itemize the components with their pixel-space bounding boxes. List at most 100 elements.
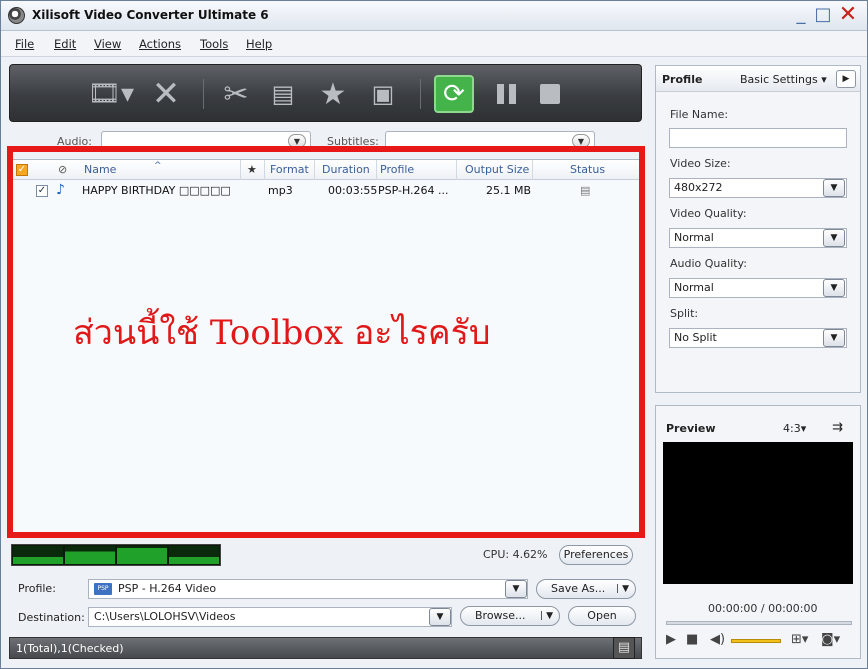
audio-file-icon: ♪ — [56, 182, 65, 198]
subtitles-label: Subtitles: — [327, 135, 379, 148]
video-quality-select[interactable]: Normal ▼ — [669, 228, 847, 248]
merge-icon[interactable]: ▤ — [265, 77, 301, 111]
title-bar: Xilisoft Video Converter Ultimate 6 _ □ … — [1, 1, 867, 31]
chevron-down-icon: ▼ — [572, 134, 590, 148]
list-header: ✓ ⊘ Name ^ ★ Format Duration Profile Out… — [10, 160, 641, 180]
browse-button[interactable]: Browse... | ▼ — [460, 606, 560, 626]
chevron-down-icon: ▼ — [823, 329, 845, 347]
chevron-right-icon[interactable]: ▶ — [836, 70, 856, 88]
split-label: Split: — [670, 307, 699, 320]
menu-actions[interactable]: Actions — [139, 37, 181, 51]
log-icon[interactable]: ▤ — [613, 637, 635, 659]
effects-icon[interactable]: ★ — [315, 77, 351, 112]
volume-icon[interactable]: ◀) — [710, 632, 725, 647]
basic-settings-tab[interactable]: Basic Settings ▾ — [740, 73, 827, 86]
close-button[interactable]: ✕ — [833, 4, 863, 28]
col-output-size[interactable]: Output Size — [465, 163, 529, 176]
col-name[interactable]: Name — [84, 163, 116, 176]
sort-asc-icon: ^ — [154, 161, 162, 171]
preview-time: 00:00:00 / 00:00:00 — [708, 602, 818, 615]
profile-panel-header: Profile Basic Settings ▾ ▶ — [656, 66, 860, 92]
audio-quality-label: Audio Quality: — [670, 257, 747, 270]
audio-label: Audio: — [57, 135, 92, 148]
annotation-text: ส่วนนี้ใช้ Toolbox อะไรครับ — [73, 313, 491, 353]
menu-bar: File Edit View Actions Tools Help — [1, 31, 867, 57]
detach-icon[interactable]: ⇉ — [832, 420, 843, 435]
audio-level-meter — [11, 544, 221, 566]
destination-input[interactable]: C:\Users\LOLOHSV\Videos — [88, 607, 452, 627]
menu-edit[interactable]: Edit — [54, 37, 76, 51]
row-format: mp3 — [268, 184, 293, 197]
maximize-button[interactable]: □ — [813, 4, 833, 28]
preview-screen — [663, 442, 853, 584]
preview-title: Preview — [666, 422, 716, 435]
col-status[interactable]: Status — [570, 163, 605, 176]
select-all-checkbox[interactable]: ✓ — [16, 164, 28, 176]
open-button[interactable]: Open — [568, 606, 636, 626]
audio-quality-select[interactable]: Normal ▼ — [669, 278, 847, 298]
chevron-down-icon[interactable]: ▼ — [429, 608, 451, 626]
psp-icon: PSP — [94, 583, 112, 595]
type-column-icon: ⊘ — [58, 163, 68, 176]
row-output-size: 25.1 MB — [486, 184, 532, 197]
camera-icon[interactable]: ◙▾ — [821, 632, 840, 647]
video-size-select[interactable]: 480x272 ▼ — [669, 178, 847, 198]
stop-icon[interactable] — [532, 77, 568, 111]
save-as-button[interactable]: Save As... | ▼ — [536, 579, 636, 599]
main-toolbar: 🎞▾ ✕ ✂ ▤ ★ ▣ ⟳ — [9, 64, 642, 122]
col-profile[interactable]: Profile — [380, 163, 414, 176]
clip-icon[interactable]: ✂ — [218, 77, 254, 112]
profile-panel-title: Profile — [662, 73, 703, 86]
cpu-usage: CPU: 4.62% — [483, 548, 548, 561]
subtitles-select[interactable]: ▼ — [385, 131, 595, 151]
volume-slider[interactable] — [731, 639, 781, 643]
profile-label: Profile: — [18, 582, 56, 595]
video-size-label: Video Size: — [670, 157, 731, 170]
preferences-button[interactable]: Preferences — [559, 545, 633, 565]
col-format[interactable]: Format — [270, 163, 309, 176]
preview-panel: Preview 4:3▾ ⇉ 00:00:00 / 00:00:00 ▶ ■ ◀… — [655, 405, 861, 659]
menu-file[interactable]: File — [15, 37, 34, 51]
add-video-icon[interactable]: 🎞▾ — [82, 77, 140, 111]
playback-mode-icon[interactable]: ⊞▾ — [791, 632, 808, 647]
split-select[interactable]: No Split ▼ — [669, 328, 847, 348]
snapshot-icon[interactable]: ▣ — [365, 77, 401, 111]
video-quality-label: Video Quality: — [670, 207, 747, 220]
chevron-down-icon: ▼ — [823, 179, 845, 197]
status-bar: 1(Total),1(Checked) — [9, 637, 642, 659]
file-name-input[interactable] — [669, 128, 847, 148]
chevron-down-icon[interactable]: ▼ — [505, 580, 527, 598]
profile-select[interactable]: PSP PSP - H.264 Video — [88, 579, 528, 599]
window-title: Xilisoft Video Converter Ultimate 6 — [32, 8, 269, 22]
play-icon[interactable]: ▶ — [666, 632, 676, 647]
pause-icon[interactable] — [488, 77, 524, 111]
chevron-down-icon: ▼ — [823, 279, 845, 297]
app-logo-icon — [8, 7, 25, 24]
chevron-down-icon: ▼ — [823, 229, 845, 247]
status-file-icon: ▤ — [580, 184, 591, 197]
minimize-button[interactable]: _ — [791, 4, 811, 28]
seek-bar[interactable] — [666, 621, 852, 625]
col-star[interactable]: ★ — [247, 163, 257, 176]
app-window: Xilisoft Video Converter Ultimate 6 _ □ … — [0, 0, 868, 669]
row-profile: PSP-H.264 ... — [378, 184, 449, 197]
file-name-label: File Name: — [670, 108, 729, 121]
audio-subtitle-bar: Audio: ▼ Subtitles: ▼ — [9, 127, 642, 153]
row-duration: 00:03:55 — [328, 184, 378, 197]
stop-icon[interactable]: ■ — [686, 632, 698, 647]
profile-value: PSP - H.264 Video — [118, 582, 217, 595]
convert-icon[interactable]: ⟳ — [434, 75, 474, 113]
menu-tools[interactable]: Tools — [200, 37, 228, 51]
aspect-ratio-select[interactable]: 4:3▾ — [783, 422, 806, 435]
row-name: HAPPY BIRTHDAY □□□□□ — [82, 184, 231, 197]
profile-panel: Profile Basic Settings ▾ ▶ File Name: Vi… — [655, 65, 861, 393]
table-row[interactable]: ✓ ♪ HAPPY BIRTHDAY □□□□□ mp3 00:03:55 PS… — [10, 182, 641, 200]
row-checkbox[interactable]: ✓ — [36, 185, 48, 197]
menu-view[interactable]: View — [94, 37, 121, 51]
audio-select[interactable]: ▼ — [101, 131, 311, 151]
destination-label: Destination: — [18, 611, 85, 624]
delete-icon[interactable]: ✕ — [148, 74, 184, 114]
chevron-down-icon: ▼ — [288, 134, 306, 148]
menu-help[interactable]: Help — [246, 37, 272, 51]
col-duration[interactable]: Duration — [322, 163, 370, 176]
